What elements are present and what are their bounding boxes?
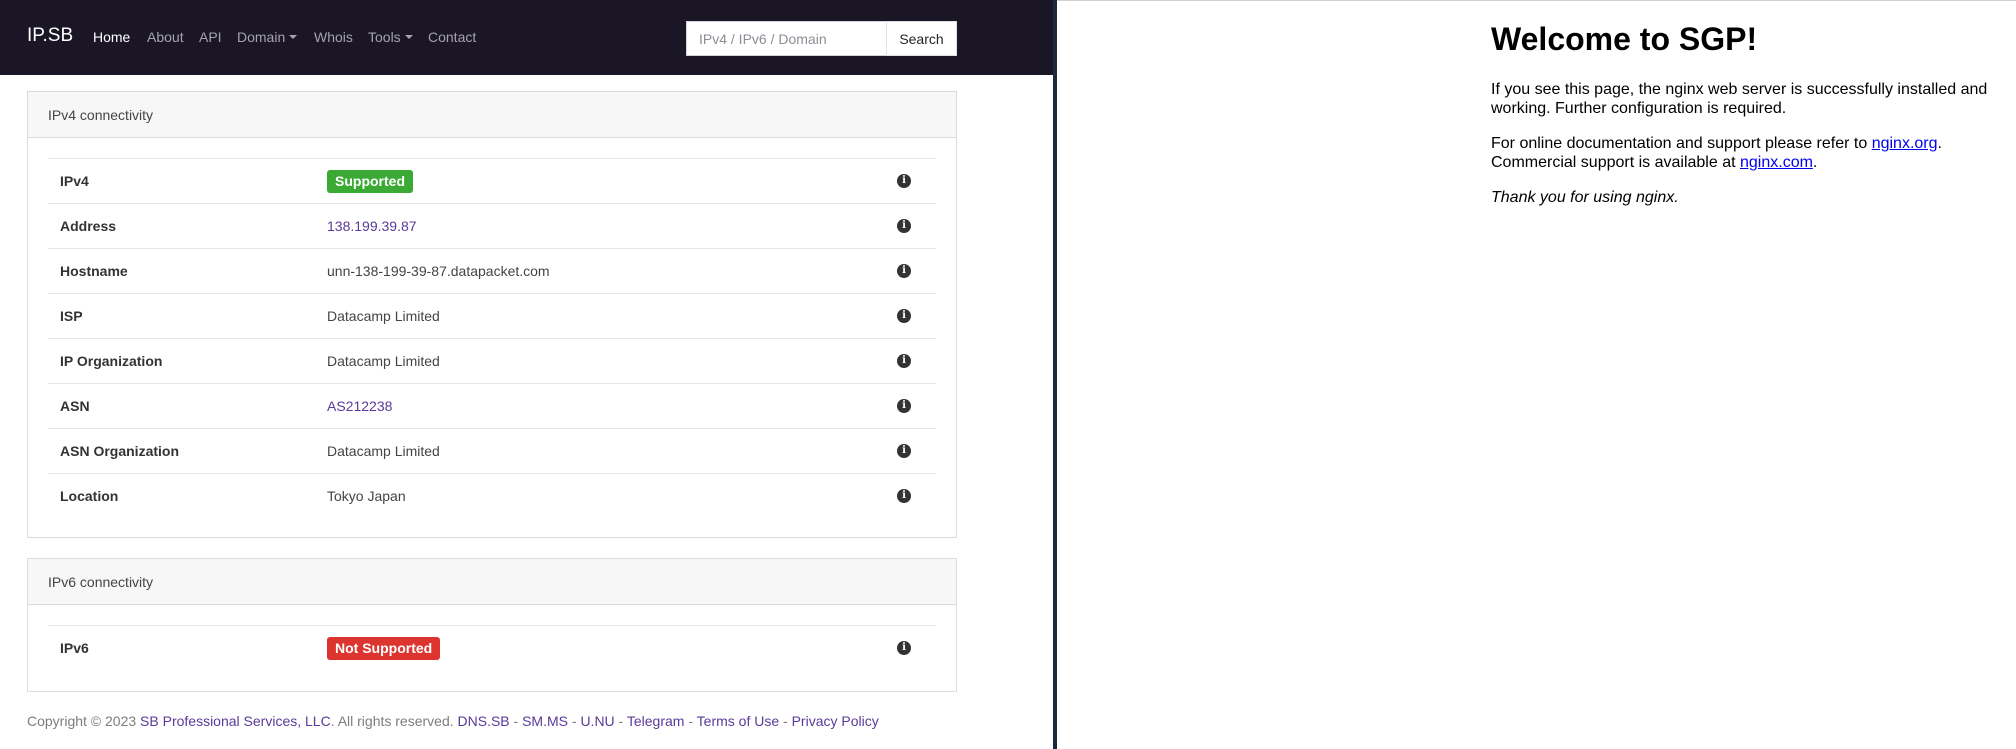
row-label: ISP bbox=[60, 308, 83, 324]
ipv6-card-title: IPv6 connectivity bbox=[28, 559, 956, 605]
ipv4-table: IPv4 Supported i Address 138.199.39.87 i… bbox=[48, 158, 936, 518]
info-icon[interactable]: i bbox=[897, 489, 911, 503]
row-label: ASN Organization bbox=[60, 443, 180, 459]
footer: Copyright © 2023 SB Professional Service… bbox=[27, 713, 879, 729]
nav-api[interactable]: API bbox=[199, 29, 222, 45]
commercial-text: Commercial support is available at bbox=[1491, 154, 1740, 171]
footer-separator: - bbox=[614, 713, 627, 729]
table-row: ISP Datacamp Limited i bbox=[48, 293, 936, 338]
row-label: ASN bbox=[60, 398, 90, 414]
ipv6-card: IPv6 connectivity IPv6 Not Supported i bbox=[27, 558, 957, 692]
intro-paragraph: If you see this page, the nginx web serv… bbox=[1491, 81, 1988, 117]
address-link[interactable]: 138.199.39.87 bbox=[327, 218, 417, 234]
footer-link-sm-ms[interactable]: SM.MS bbox=[522, 713, 568, 729]
asn-link[interactable]: AS212238 bbox=[327, 398, 392, 414]
nav-about[interactable]: About bbox=[147, 29, 184, 45]
footer-link-terms[interactable]: Terms of Use bbox=[697, 713, 779, 729]
footer-separator: - bbox=[567, 713, 581, 729]
ip-sb-pane: IP.SB Home About API Domain Whois Tools … bbox=[0, 0, 1053, 749]
info-icon[interactable]: i bbox=[897, 354, 911, 368]
info-icon[interactable]: i bbox=[897, 174, 911, 188]
nginx-pane: Welcome to SGP! If you see this page, th… bbox=[1057, 0, 2016, 749]
row-label: Address bbox=[60, 218, 117, 234]
table-row: IPv6 Not Supported i bbox=[48, 625, 936, 670]
nav-home[interactable]: Home bbox=[93, 29, 130, 45]
table-row: Hostname unn-138-199-39-87.datapacket.co… bbox=[48, 248, 936, 293]
ipv4-card: IPv4 connectivity IPv4 Supported i Addre… bbox=[27, 91, 957, 538]
nginx-com-link[interactable]: nginx.com bbox=[1740, 154, 1813, 171]
ipv6-table: IPv6 Not Supported i bbox=[48, 625, 936, 670]
nav-tools-dropdown[interactable]: Tools bbox=[368, 29, 413, 45]
nginx-welcome: Welcome to SGP! If you see this page, th… bbox=[1491, 21, 2011, 223]
row-value: Datacamp Limited bbox=[327, 308, 440, 324]
company-link[interactable]: SB Professional Services, LLC bbox=[140, 713, 331, 729]
row-label: IPv4 bbox=[60, 173, 89, 189]
table-row: Address 138.199.39.87 i bbox=[48, 203, 936, 248]
ipv4-card-title: IPv4 connectivity bbox=[28, 92, 956, 138]
rights-text: . All rights reserved. bbox=[330, 713, 454, 729]
search-button[interactable]: Search bbox=[886, 21, 957, 56]
footer-separator: - bbox=[779, 713, 792, 729]
footer-link-telegram[interactable]: Telegram bbox=[627, 713, 685, 729]
footer-separator: - bbox=[509, 713, 523, 729]
row-value: unn-138-199-39-87.datapacket.com bbox=[327, 263, 550, 279]
info-icon[interactable]: i bbox=[897, 444, 911, 458]
nginx-org-link[interactable]: nginx.org bbox=[1872, 135, 1938, 152]
info-icon[interactable]: i bbox=[897, 641, 911, 655]
row-value: Tokyo Japan bbox=[327, 488, 406, 504]
row-label: Location bbox=[60, 488, 119, 504]
table-row: Location Tokyo Japan i bbox=[48, 473, 936, 518]
table-row: ASN AS212238 i bbox=[48, 383, 936, 428]
footer-separator: - bbox=[684, 713, 697, 729]
info-icon[interactable]: i bbox=[897, 309, 911, 323]
thanks-paragraph: Thank you for using nginx. bbox=[1491, 188, 2011, 207]
row-label: IPv6 bbox=[60, 640, 89, 656]
navbar: IP.SB Home About API Domain Whois Tools … bbox=[0, 0, 1053, 75]
page-title: Welcome to SGP! bbox=[1491, 21, 1758, 57]
row-label: IP Organization bbox=[60, 353, 163, 369]
status-badge: Supported bbox=[327, 170, 413, 193]
row-value: Datacamp Limited bbox=[327, 353, 440, 369]
info-icon[interactable]: i bbox=[897, 219, 911, 233]
copyright-text: Copyright © 2023 bbox=[27, 713, 137, 729]
status-badge: Not Supported bbox=[327, 637, 441, 660]
table-row: IP Organization Datacamp Limited i bbox=[48, 338, 936, 383]
docs-text: For online documentation and support ple… bbox=[1491, 135, 1872, 152]
docs-paragraph: For online documentation and support ple… bbox=[1491, 134, 2011, 172]
row-label: Hostname bbox=[60, 263, 128, 279]
footer-link-dns-sb[interactable]: DNS.SB bbox=[458, 713, 510, 729]
commercial-period: . bbox=[1812, 154, 1818, 171]
row-value: Datacamp Limited bbox=[327, 443, 440, 459]
chevron-down-icon bbox=[404, 35, 413, 39]
info-icon[interactable]: i bbox=[897, 399, 911, 413]
brand-logo[interactable]: IP.SB bbox=[27, 25, 73, 47]
nav-domain-dropdown[interactable]: Domain bbox=[237, 29, 298, 45]
table-row: ASN Organization Datacamp Limited i bbox=[48, 428, 936, 473]
table-row: IPv4 Supported i bbox=[48, 158, 936, 203]
nav-contact[interactable]: Contact bbox=[428, 29, 476, 45]
footer-link-privacy[interactable]: Privacy Policy bbox=[792, 713, 879, 729]
footer-link-u-nu[interactable]: U.NU bbox=[580, 713, 614, 729]
chevron-down-icon bbox=[289, 35, 298, 39]
nav-whois[interactable]: Whois bbox=[314, 29, 353, 45]
nav-tools-label: Tools bbox=[368, 29, 401, 45]
thanks-text: Thank you for using nginx. bbox=[1491, 189, 1679, 206]
search-input[interactable] bbox=[686, 21, 887, 56]
docs-period: . bbox=[1937, 135, 1942, 152]
nav-domain-label: Domain bbox=[237, 29, 286, 45]
info-icon[interactable]: i bbox=[897, 264, 911, 278]
